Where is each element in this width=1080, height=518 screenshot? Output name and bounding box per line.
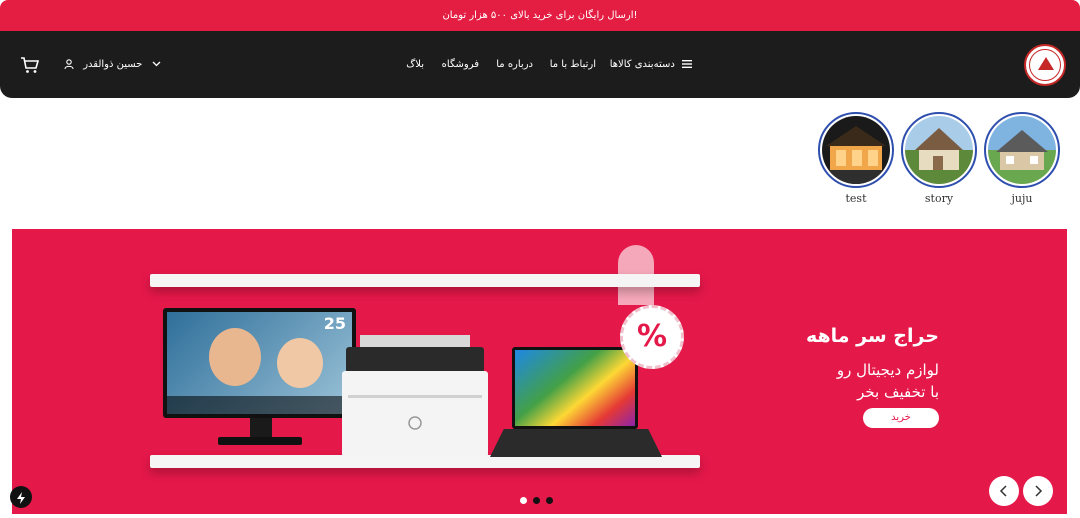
announcement-text: ارسال رایگان برای خرید بالای ۵۰۰ هزار تو… [442, 10, 638, 21]
nav-blog[interactable]: بلاگ [406, 31, 424, 98]
slide-dot[interactable] [546, 497, 553, 504]
monitor-number: 25 [323, 314, 346, 333]
logo-triangle [1038, 57, 1054, 70]
upper-shelf [150, 274, 700, 287]
hamburger-icon [682, 60, 692, 68]
monitor-stand-base [218, 437, 302, 445]
story-label: juju [1011, 192, 1033, 205]
nav-about[interactable]: درباره ما [496, 31, 533, 98]
nav-about-label: درباره ما [496, 59, 533, 70]
nav-shop[interactable]: فروشگاه [442, 31, 479, 98]
brand-logo[interactable] [1024, 44, 1066, 86]
story-image [988, 116, 1056, 184]
story-item[interactable]: test [818, 112, 894, 205]
story-ring [984, 112, 1060, 188]
discount-symbol: % [636, 319, 668, 354]
monitor-product: 25 [163, 308, 356, 418]
banner-title: حراج سر ماهه [805, 325, 939, 347]
story-label: story [924, 192, 954, 205]
prev-slide-button[interactable] [989, 476, 1019, 506]
chevron-right-icon [1035, 484, 1043, 497]
nav-shop-label: فروشگاه [441, 59, 479, 70]
banner-subtitle-line-1: لوازم دیجیتال رو [836, 361, 939, 379]
navbar: دسته‌بندی کالاها ارتباط با ما درباره ما … [0, 31, 1080, 98]
announcement-bar: ارسال رایگان برای خرید بالای ۵۰۰ هزار تو… [0, 0, 1080, 31]
printer-product [342, 335, 488, 457]
slide-indicators [520, 489, 559, 508]
monitor-feature-strip [167, 396, 352, 414]
banner-subtitle-line-2: با تخفیف بخر [857, 383, 939, 401]
stories-row: juju story test [810, 112, 1060, 212]
nav-contact-label: ارتباط با ما [549, 59, 596, 70]
next-slide-button[interactable] [1023, 476, 1053, 506]
banner-subtitle: لوازم دیجیتال رو با تخفیف بخر [837, 359, 939, 403]
discount-tag: % [620, 305, 684, 369]
hero-banner[interactable]: 25 % حراج سر ماهه لوازم دیجیتال رو با تخ… [12, 229, 1067, 514]
laptop-screen [512, 347, 638, 429]
chevron-down-icon [152, 61, 160, 67]
laptop-keyboard [490, 429, 662, 457]
story-ring [901, 112, 977, 188]
user-menu[interactable]: حسین ذوالقدر [64, 31, 161, 98]
story-label: test [845, 192, 867, 205]
slide-dot[interactable] [533, 497, 540, 504]
monitor-screen: 25 [167, 312, 352, 414]
laptop-display [515, 350, 635, 426]
monitor-face [277, 338, 323, 388]
cart-icon[interactable] [20, 55, 40, 75]
nav-contact[interactable]: ارتباط با ما [550, 31, 596, 98]
story-item[interactable]: story [901, 112, 977, 205]
story-ring [818, 112, 894, 188]
banner-buy-button[interactable]: خرید [863, 408, 939, 428]
nav-categories-label: دسته‌بندی کالاها [609, 59, 675, 70]
story-image [905, 116, 973, 184]
user-name: حسین ذوالقدر [83, 59, 143, 70]
nav-blog-label: بلاگ [406, 59, 424, 70]
nav-categories[interactable]: دسته‌بندی کالاها [610, 31, 692, 98]
story-image [822, 116, 890, 184]
monitor-face [209, 328, 261, 386]
slide-dot-active[interactable] [520, 497, 527, 504]
lightning-icon[interactable] [10, 486, 32, 508]
user-icon [64, 59, 74, 70]
story-item[interactable]: juju [984, 112, 1060, 205]
chevron-left-icon [999, 484, 1007, 497]
